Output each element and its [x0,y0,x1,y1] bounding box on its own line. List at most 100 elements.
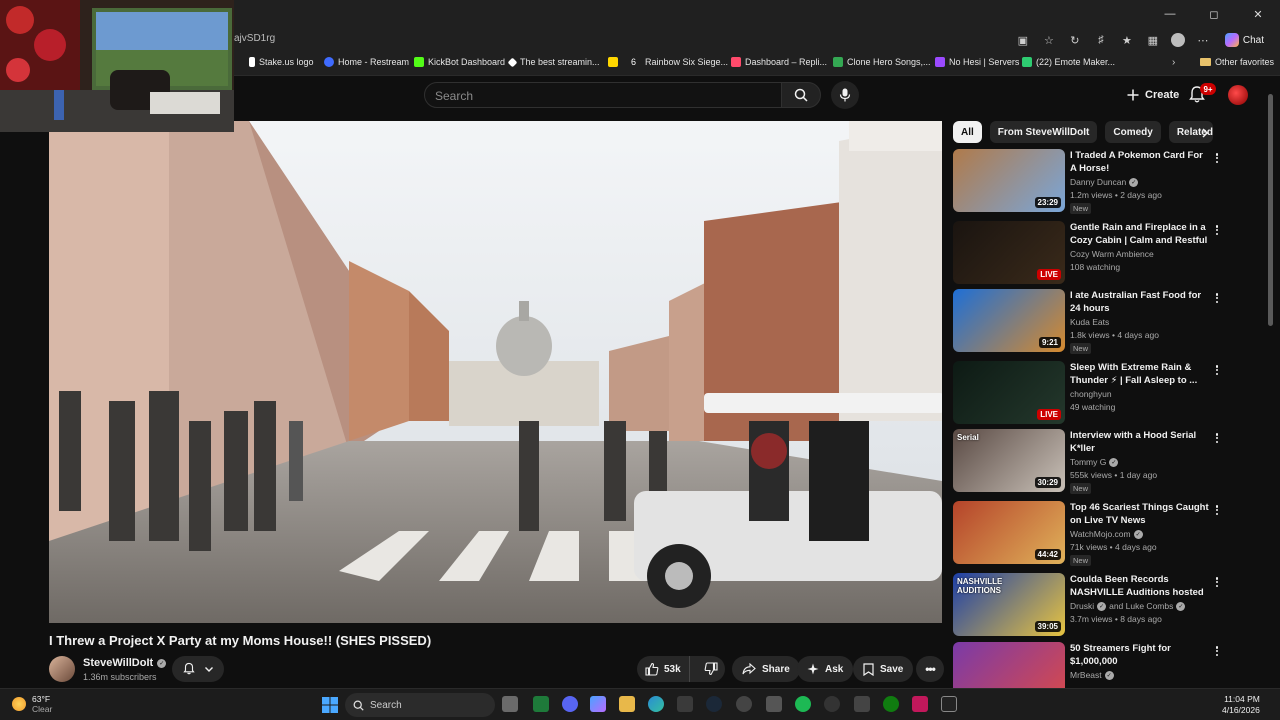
recommendation-channel[interactable]: Cozy Warm Ambience [1070,249,1154,259]
recommendation-channel[interactable]: chonghyun [1070,389,1112,399]
chip-from-channel[interactable]: From SteveWillDoIt [989,121,1098,143]
minimize-button[interactable]: — [1148,0,1192,28]
bookmark-kickbot[interactable]: KickBot Dashboard [414,57,505,67]
steam-icon[interactable] [706,696,722,712]
bookmark-snapchat[interactable] [608,57,618,67]
maximize-button[interactable]: ◻ [1192,0,1236,28]
recommendation-title[interactable]: Coulda Been Records NASHVILLE Auditions … [1070,573,1210,600]
dislike-button[interactable] [696,656,726,682]
recommendation-channel[interactable]: Kuda Eats [1070,317,1109,327]
video-thumbnail[interactable]: Serial 30:29 [953,429,1065,492]
chip-all[interactable]: All [953,121,982,143]
page-scrollbar[interactable] [1268,88,1274,684]
account-avatar[interactable] [1228,85,1248,105]
video-thumbnail[interactable]: 44:42 [953,501,1065,564]
more-vertical-icon[interactable] [1212,644,1222,658]
recommendation-title[interactable]: Interview with a Hood Serial K*ller [1070,429,1210,455]
more-options-icon[interactable]: ⋯ [1195,32,1211,48]
spotify-icon[interactable] [795,696,811,712]
video-player[interactable] [49,121,942,623]
recommendation-item[interactable]: LIVE Gentle Rain and Fireplace in a Cozy … [953,221,1265,287]
refresh-icon[interactable]: ↻ [1067,32,1083,48]
recommendation-item[interactable]: 9:21 I ate Australian Fast Food for 24 ho… [953,289,1265,355]
bookmark-rainbow-six[interactable]: 6 Rainbow Six Siege... [631,57,728,67]
recommendation-title[interactable]: Top 46 Scariest Things Caught on Live TV… [1070,501,1210,527]
obs-icon[interactable] [736,696,752,712]
recommendation-item[interactable]: NASHVILLE AUDITIONS 39:05 Coulda Been Reco… [953,573,1265,639]
chips-next-button[interactable] [1197,125,1213,141]
recommendation-title[interactable]: Sleep With Extreme Rain & Thunder ⚡ | Fa… [1070,361,1210,387]
close-window-button[interactable]: ✕ [1236,0,1280,28]
app-icon-2[interactable] [854,696,870,712]
discord-icon[interactable] [562,696,578,712]
channel-avatar[interactable] [49,656,75,682]
copilot-app-icon[interactable] [590,696,606,712]
like-button[interactable]: 53k [637,656,690,682]
collections-icon[interactable]: ▦ [1145,32,1161,48]
recommendation-item[interactable]: Serial 30:29 Interview with a Hood Serial … [953,429,1265,495]
profile-avatar[interactable] [1170,33,1185,47]
xbox-icon[interactable] [883,696,899,712]
copilot-chat-button[interactable]: Chat [1221,31,1270,49]
channel-name-row[interactable]: SteveWillDoIt ✓ [83,657,167,669]
bookmark-no-hesi[interactable]: No Hesi | Servers [935,57,1019,67]
bookmark-clone-hero[interactable]: Clone Hero Songs,... [833,57,931,67]
bookmark-replit-dashboard[interactable]: Dashboard – Repli... [731,57,827,67]
windows-start-icon[interactable] [322,697,338,713]
scrollbar-thumb[interactable] [1268,94,1273,326]
share-button[interactable]: Share [732,656,800,682]
recommendation-item[interactable]: LIVE Sleep With Extreme Rain & Thunder ⚡ … [953,361,1265,427]
store-icon[interactable] [677,696,693,712]
create-button[interactable]: Create [1117,83,1189,107]
more-actions-button[interactable]: ••• [916,656,944,682]
search-button[interactable] [781,82,821,108]
ask-button[interactable]: Ask [797,656,854,682]
more-vertical-icon[interactable] [1212,575,1222,589]
bookmark-restream[interactable]: Home - Restream [324,57,409,67]
video-thumbnail[interactable]: LIVE [953,221,1065,284]
more-vertical-icon[interactable] [1212,291,1222,305]
video-thumbnail[interactable]: 23:29 [953,149,1065,212]
recommendation-title[interactable]: I Traded A Pokemon Card For A Horse! [1070,149,1210,175]
more-vertical-icon[interactable] [1212,363,1222,377]
recommendation-channel[interactable]: WatchMojo.com ✓ [1070,529,1143,539]
weather-widget[interactable]: 63°F Clear [12,694,52,714]
video-thumbnail[interactable]: 9:21 [953,289,1065,352]
recommendation-title[interactable]: Gentle Rain and Fireplace in a Cozy Cabi… [1070,221,1210,248]
recommendation-item[interactable]: 23:29 I Traded A Pokemon Card For A Horse… [953,149,1265,215]
more-vertical-icon[interactable] [1212,223,1222,237]
recommendation-item[interactable]: 44:42 Top 46 Scariest Things Caught on Li… [953,501,1265,567]
file-explorer-icon[interactable] [619,696,635,712]
app-icon-4[interactable] [941,696,957,712]
taskbar-search[interactable]: Search [345,693,495,717]
recommendation-channel[interactable]: MrBeast ✓ [1070,670,1114,680]
more-vertical-icon[interactable] [1212,151,1222,165]
recommendation-title[interactable]: I ate Australian Fast Food for 24 hours [1070,289,1210,315]
4k-downloader-icon[interactable] [824,696,840,712]
chip-comedy[interactable]: Comedy [1105,121,1161,143]
app-icon[interactable] [766,696,782,712]
subscription-notifications-button[interactable] [172,656,224,682]
voice-search-button[interactable] [831,81,859,109]
recommendation-channel[interactable]: Druski ✓ and Luke Combs ✓ [1070,601,1186,611]
nvidia-icon[interactable] [533,696,549,712]
video-thumbnail[interactable]: LIVE [953,361,1065,424]
extensions-icon[interactable]: ♯ [1093,32,1109,48]
bookmarks-overflow-icon[interactable]: › [1172,57,1175,68]
recommendation-channel[interactable]: Tommy G ✓ [1070,457,1119,467]
bookmark-stake[interactable]: Stake.us logo [249,57,314,67]
video-thumbnail[interactable]: NASHVILLE AUDITIONS 39:05 [953,573,1065,636]
favorite-star-icon[interactable]: ☆ [1041,32,1057,48]
url-text[interactable]: ajvSD1rg [234,33,275,44]
search-input[interactable] [435,89,765,103]
task-view-icon[interactable] [502,696,518,712]
edge-browser-icon[interactable] [648,696,664,712]
recommendation-channel[interactable]: Danny Duncan ✓ [1070,177,1139,187]
app-icon-3[interactable] [912,696,928,712]
bookmark-best-streaming[interactable]: The best streamin... [507,57,600,67]
bookmark-emote-maker[interactable]: (22) Emote Maker... [1022,57,1115,67]
system-clock[interactable]: 11:04 PM 4/16/2026 [1222,694,1260,716]
other-favorites-folder[interactable]: Other favorites [1200,57,1274,67]
app-available-icon[interactable]: ▣ [1015,32,1031,48]
save-button[interactable]: Save [853,656,914,682]
